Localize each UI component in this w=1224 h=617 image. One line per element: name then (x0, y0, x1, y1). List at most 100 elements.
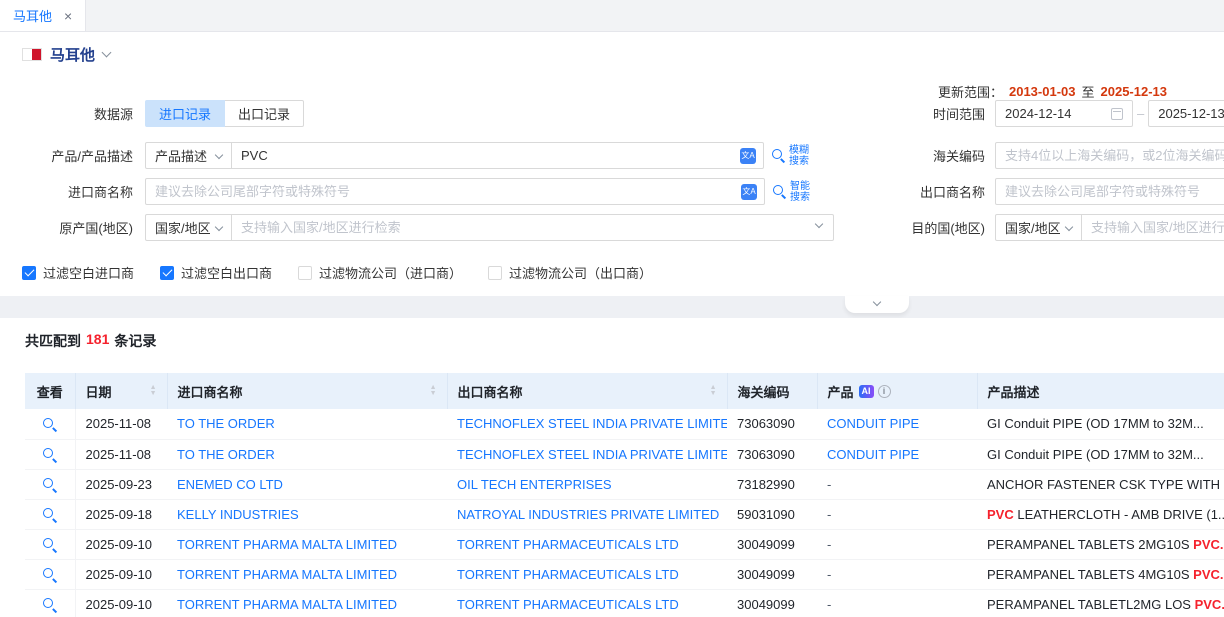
col-importer[interactable]: 进口商名称 ▲▼ (167, 373, 447, 409)
calendar-icon (1111, 108, 1123, 120)
cell-date: 2025-11-08 (75, 439, 167, 469)
update-range-separator: 至 (1081, 82, 1094, 101)
view-detail-icon[interactable] (42, 477, 57, 492)
table-row: 2025-09-10 TORRENT PHARMA MALTA LIMITED TO… (25, 559, 1224, 589)
filter-checkbox-item[interactable]: 过滤空白出口商 (160, 263, 272, 282)
view-detail-icon[interactable] (42, 567, 57, 582)
checkbox-checked-icon[interactable] (22, 266, 36, 280)
update-range-end: 2025-12-13 (1101, 84, 1168, 99)
cell-hs-code: 30049099 (727, 559, 817, 589)
importer-link[interactable]: TO THE ORDER (177, 447, 275, 462)
cell-product-empty: - (827, 567, 831, 582)
cell-date: 2025-09-10 (75, 559, 167, 589)
col-date[interactable]: 日期 ▲▼ (75, 373, 167, 409)
cell-date: 2025-09-23 (75, 469, 167, 499)
hs-code-label: 海关编码 (880, 146, 985, 165)
importer-link[interactable]: ENEMED CO LTD (177, 477, 283, 492)
cell-description: PVC LEATHERCLOTH - AMB DRIVE (1... (977, 499, 1224, 529)
checkbox-unchecked-icon[interactable] (488, 266, 502, 280)
exporter-link[interactable]: TECHNOFLEX STEEL INDIA PRIVATE LIMITED (457, 416, 727, 431)
malta-flag-icon (22, 48, 42, 61)
table-row: 2025-09-18KELLY INDUSTRIESNATROYAL INDUS… (25, 499, 1224, 529)
cell-product-empty: - (827, 537, 831, 552)
tab-malta[interactable]: 马耳他 × (0, 0, 86, 31)
results-table-body: 2025-11-08 TO THE ORDER TECHNOFLEX STEEL I… (25, 409, 1224, 617)
view-detail-icon[interactable] (42, 447, 57, 462)
sort-icon[interactable]: ▲▼ (150, 385, 157, 397)
filter-checkbox-item[interactable]: 过滤空白进口商 (22, 263, 134, 282)
product-link[interactable]: CONDUIT PIPE (827, 416, 919, 431)
product-input[interactable] (231, 142, 764, 169)
origin-country-label: 原产国(地区) (0, 218, 133, 237)
collapse-filters-button[interactable] (845, 296, 909, 313)
importer-link[interactable]: TORRENT PHARMA MALTA LIMITED (177, 537, 397, 552)
end-date-input[interactable]: 2025-12-13 (1148, 100, 1224, 127)
destination-country-row: 目的国(地区) 国家/地区 (880, 214, 1224, 241)
col-description: 产品描述 (977, 373, 1224, 409)
importer-input[interactable] (145, 178, 765, 205)
exporter-link[interactable]: TORRENT PHARMACEUTICALS LTD (457, 597, 679, 612)
exporter-link[interactable]: TECHNOFLEX STEEL INDIA PRIVATE LIMITED (457, 447, 727, 462)
cell-description: ANCHOR FASTENER CSK TYPE WITH ... (977, 469, 1224, 499)
product-link[interactable]: CONDUIT PIPE (827, 447, 919, 462)
translate-icon[interactable]: 文A (741, 184, 757, 200)
exporter-link[interactable]: TORRENT PHARMACEUTICALS LTD (457, 567, 679, 582)
chevron-down-icon (873, 298, 881, 306)
exporter-link[interactable]: OIL TECH ENTERPRISES (457, 477, 612, 492)
hs-code-input[interactable] (995, 142, 1224, 169)
view-detail-icon[interactable] (42, 537, 57, 552)
view-detail-icon[interactable] (42, 507, 57, 522)
importer-link[interactable]: KELLY INDUSTRIES (177, 507, 299, 522)
product-row: 产品/产品描述 产品描述 文A 模糊搜索 (0, 142, 813, 169)
view-detail-icon[interactable] (42, 417, 57, 432)
update-range: 更新范围： 2013-01-03 至 2025-12-13 (938, 82, 1167, 101)
export-records-tab[interactable]: 出口记录 (225, 100, 304, 127)
exporter-link[interactable]: NATROYAL INDUSTRIES PRIVATE LIMITED (457, 507, 719, 522)
chevron-down-icon (1065, 222, 1073, 230)
filter-checkbox-item[interactable]: 过滤物流公司（进口商） (298, 263, 462, 282)
cell-hs-code: 30049099 (727, 589, 817, 617)
cell-hs-code: 73182990 (727, 469, 817, 499)
col-exporter[interactable]: 出口商名称 ▲▼ (447, 373, 727, 409)
chevron-down-icon (215, 222, 223, 230)
filter-checkbox-item[interactable]: 过滤物流公司（出口商） (488, 263, 652, 282)
cell-date: 2025-09-10 (75, 529, 167, 559)
checkbox-unchecked-icon[interactable] (298, 266, 312, 280)
destination-country-select[interactable]: 国家/地区 (995, 214, 1082, 241)
results-panel: 共匹配到 181 条记录 查看 日期 ▲▼ (0, 318, 1224, 617)
exporter-input[interactable] (995, 178, 1224, 205)
col-product-label: 产品 (828, 382, 854, 401)
chevron-down-icon (215, 150, 223, 158)
match-count: 181 (86, 331, 109, 351)
import-records-tab[interactable]: 进口记录 (145, 100, 225, 127)
cell-description: PERAMPANEL TABLETL2MG LOS PVC... (977, 589, 1224, 617)
sort-icon[interactable]: ▲▼ (430, 385, 437, 397)
info-icon[interactable]: i (878, 385, 891, 398)
sort-icon[interactable]: ▲▼ (710, 385, 717, 397)
col-view: 查看 (25, 373, 75, 409)
importer-link[interactable]: TO THE ORDER (177, 416, 275, 431)
start-date-input[interactable]: 2024-12-14 (995, 100, 1133, 127)
ai-badge: AI (859, 385, 874, 398)
country-header: 马耳他 (22, 44, 110, 65)
country-chevron-down-icon[interactable] (102, 48, 112, 58)
product-type-select[interactable]: 产品描述 (145, 142, 232, 169)
origin-country-input[interactable] (231, 214, 834, 241)
col-exporter-label: 出口商名称 (458, 382, 523, 401)
view-detail-icon[interactable] (42, 597, 57, 612)
destination-country-input[interactable] (1081, 214, 1224, 241)
tab-close-icon[interactable]: × (64, 9, 72, 23)
importer-link[interactable]: TORRENT PHARMA MALTA LIMITED (177, 597, 397, 612)
data-source-label: 数据源 (0, 104, 133, 123)
origin-country-select[interactable]: 国家/地区 (145, 214, 232, 241)
fuzzy-search-button[interactable]: 模糊搜索 (772, 145, 813, 167)
table-row: 2025-09-10TORRENT PHARMA MALTA LIMITEDTO… (25, 589, 1224, 617)
exporter-label: 出口商名称 (880, 182, 985, 201)
checkbox-checked-icon[interactable] (160, 266, 174, 280)
importer-link[interactable]: TORRENT PHARMA MALTA LIMITED (177, 567, 397, 582)
col-date-label: 日期 (86, 382, 112, 401)
table-row: 2025-09-23 ENEMED CO LTD OIL TECH ENTERPRI… (25, 469, 1224, 499)
smart-search-button[interactable]: 智能搜索 (773, 181, 814, 203)
translate-icon[interactable]: 文A (740, 148, 756, 164)
exporter-link[interactable]: TORRENT PHARMACEUTICALS LTD (457, 537, 679, 552)
